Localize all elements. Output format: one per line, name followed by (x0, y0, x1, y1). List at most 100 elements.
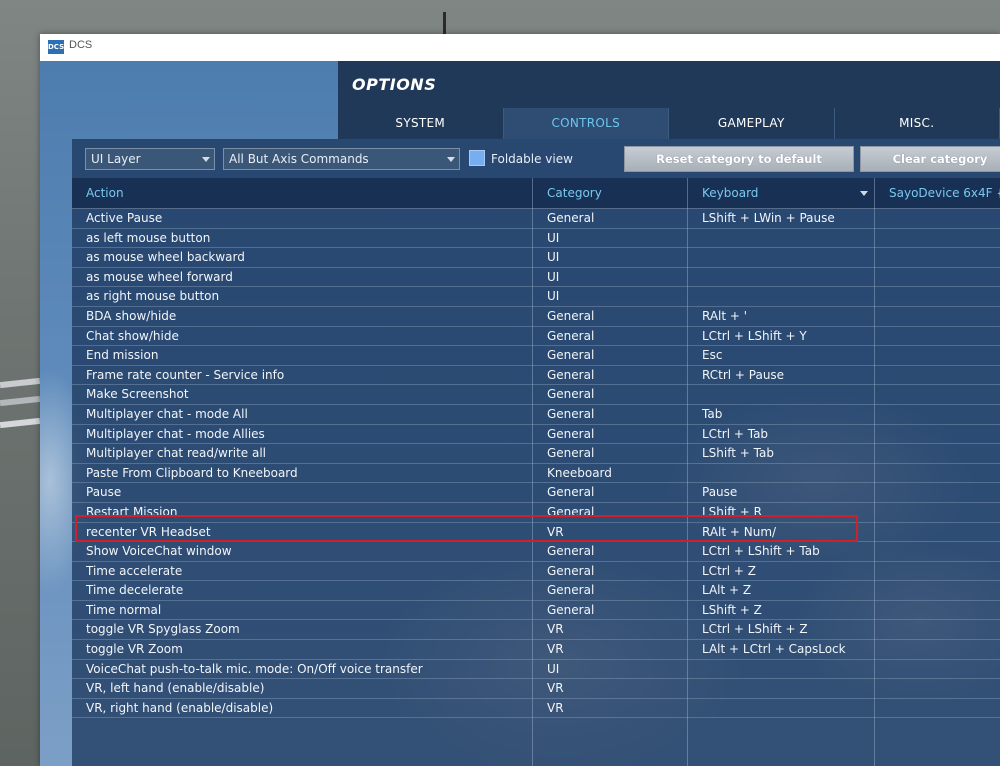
table-row[interactable]: Time normal General LShift + Z (72, 601, 1000, 621)
foldable-view-checkbox[interactable] (469, 150, 485, 166)
tab-controls[interactable]: CONTROLS (503, 108, 669, 139)
keyboard-binding-cell[interactable]: LCtrl + LShift + Y (702, 329, 807, 343)
action-cell: Multiplayer chat - mode Allies (86, 426, 265, 441)
column-header-keyboard[interactable]: Keyboard (702, 186, 758, 200)
window-title: DCS (69, 39, 93, 51)
command-filter-value: All But Axis Commands (229, 152, 369, 166)
layer-select[interactable]: UI Layer (85, 148, 215, 170)
table-row[interactable]: as mouse wheel backward UI (72, 248, 1000, 268)
command-filter-select[interactable]: All But Axis Commands (223, 148, 460, 170)
chevron-down-icon (447, 157, 455, 162)
table-row[interactable]: Chat show/hide General LCtrl + LShift + Y (72, 327, 1000, 347)
title-bar[interactable]: DCS DCS (40, 34, 1000, 61)
table-row[interactable]: Frame rate counter - Service info General… (72, 366, 1000, 386)
action-cell: as mouse wheel backward (86, 250, 245, 265)
action-cell: Time accelerate (86, 563, 183, 578)
tab-gameplay[interactable]: GAMEPLAY (669, 108, 835, 139)
table-row[interactable]: Time accelerate General LCtrl + Z (72, 562, 1000, 582)
action-cell: BDA show/hide (86, 308, 177, 323)
page-title: OPTIONS (352, 75, 437, 94)
desktop-background-detail (0, 377, 41, 389)
table-row[interactable]: Pause General Pause (72, 483, 1000, 503)
category-cell: Kneeboard (547, 465, 612, 480)
column-header-category[interactable]: Category (547, 186, 602, 200)
category-cell: UI (547, 250, 560, 265)
desktop-background-detail (0, 417, 41, 429)
column-header-action[interactable]: Action (86, 186, 124, 200)
keyboard-binding-cell[interactable]: LCtrl + LShift + Z (702, 622, 808, 636)
clear-category-button[interactable]: Clear category (860, 146, 1000, 172)
table-row[interactable]: Make Screenshot General (72, 385, 1000, 405)
table-row[interactable]: Active Pause General LShift + LWin + Pause (72, 209, 1000, 229)
action-cell: toggle VR Zoom (86, 642, 183, 657)
desktop-background-detail (0, 395, 41, 407)
tab-system[interactable]: SYSTEM (338, 108, 504, 139)
table-row[interactable]: VR, right hand (enable/disable) VR (72, 699, 1000, 719)
table-row[interactable]: as left mouse button UI (72, 229, 1000, 249)
keyboard-binding-cell[interactable]: LCtrl + LShift + Tab (702, 544, 820, 558)
table-row[interactable]: Paste From Clipboard to Kneeboard Kneeboa… (72, 464, 1000, 484)
tab-misc[interactable]: MISC. (834, 108, 1000, 139)
keyboard-binding-cell[interactable]: LAlt + LCtrl + CapsLock (702, 642, 846, 656)
keyboard-binding-cell[interactable]: Pause (702, 485, 737, 499)
table-row[interactable]: toggle VR Spyglass Zoom VR LCtrl + LShift … (72, 620, 1000, 641)
category-cell: General (547, 308, 595, 323)
category-cell: General (547, 426, 595, 441)
category-cell: General (547, 211, 595, 225)
reset-category-button[interactable]: Reset category to default (624, 146, 854, 172)
action-cell: VoiceChat push-to-talk mic. mode: On/Off… (86, 661, 423, 676)
action-cell: as left mouse button (86, 230, 211, 245)
controls-toolbar: UI Layer All But Axis Commands Foldable … (72, 139, 1000, 177)
table-row[interactable]: Multiplayer chat - mode All General Tab (72, 405, 1000, 425)
category-cell: UI (547, 230, 560, 245)
category-cell: General (547, 387, 595, 402)
action-cell: Paste From Clipboard to Kneeboard (86, 465, 298, 480)
keyboard-binding-cell[interactable]: LShift + Z (702, 603, 762, 617)
layer-select-value: UI Layer (91, 152, 141, 166)
category-cell: UI (547, 661, 560, 676)
action-cell: as right mouse button (86, 289, 220, 304)
controls-panel: UI Layer All But Axis Commands Foldable … (72, 139, 1000, 766)
category-cell: General (547, 406, 595, 421)
category-cell: General (547, 563, 595, 578)
table-row[interactable]: as right mouse button UI (72, 287, 1000, 307)
keyboard-binding-cell[interactable]: LShift + Tab (702, 446, 774, 460)
column-header-device[interactable]: SayoDevice 6x4F {8 (889, 186, 1000, 200)
action-cell: Pause (86, 485, 122, 500)
table-row[interactable]: Show VoiceChat window General LCtrl + LShi… (72, 542, 1000, 562)
category-cell: General (547, 544, 595, 559)
keyboard-binding-cell[interactable]: LCtrl + Z (702, 564, 756, 578)
category-cell: VR (547, 622, 564, 637)
keyboard-binding-cell[interactable]: RCtrl + Pause (702, 368, 784, 382)
keyboard-binding-cell[interactable]: LCtrl + Tab (702, 427, 768, 441)
bindings-table: Active Pause General LShift + LWin + Pause… (72, 209, 1000, 719)
category-cell: General (547, 485, 595, 500)
table-row[interactable]: Multiplayer chat - mode Allies General LCt… (72, 425, 1000, 445)
action-cell: toggle VR Spyglass Zoom (86, 622, 240, 637)
dcs-window: DCS DCS OPTIONS SYSTEM CONTROLS GAMEPLAY… (40, 34, 1000, 766)
category-cell: VR (547, 642, 564, 657)
category-cell: VR (547, 700, 564, 715)
category-cell: General (547, 583, 595, 598)
keyboard-binding-cell[interactable]: LAlt + Z (702, 583, 751, 597)
table-row[interactable]: VoiceChat push-to-talk mic. mode: On/Off… (72, 660, 1000, 680)
keyboard-binding-cell[interactable]: Tab (702, 407, 722, 421)
table-row[interactable]: End mission General Esc (72, 346, 1000, 366)
action-cell: Active Pause (86, 211, 163, 225)
keyboard-binding-cell[interactable]: LShift + LWin + Pause (702, 211, 835, 225)
table-row[interactable]: as mouse wheel forward UI (72, 268, 1000, 288)
chevron-down-icon[interactable] (860, 191, 868, 196)
table-row[interactable]: toggle VR Zoom VR LAlt + LCtrl + CapsLock (72, 640, 1000, 660)
action-cell: Show VoiceChat window (86, 544, 232, 559)
table-row[interactable]: Time decelerate General LAlt + Z (72, 581, 1000, 601)
keyboard-binding-cell[interactable]: Esc (702, 348, 722, 362)
options-screen: OPTIONS SYSTEM CONTROLS GAMEPLAY MISC. U… (40, 61, 1000, 766)
desktop-background (443, 12, 446, 34)
foldable-view-label: Foldable view (491, 152, 573, 166)
table-row[interactable]: VR, left hand (enable/disable) VR (72, 679, 1000, 699)
keyboard-binding-cell[interactable]: RAlt + ' (702, 309, 747, 323)
table-row[interactable]: BDA show/hide General RAlt + ' (72, 307, 1000, 327)
table-row[interactable]: Multiplayer chat read/write all General LS… (72, 444, 1000, 464)
category-cell: General (547, 446, 595, 461)
highlight-box (75, 515, 858, 542)
